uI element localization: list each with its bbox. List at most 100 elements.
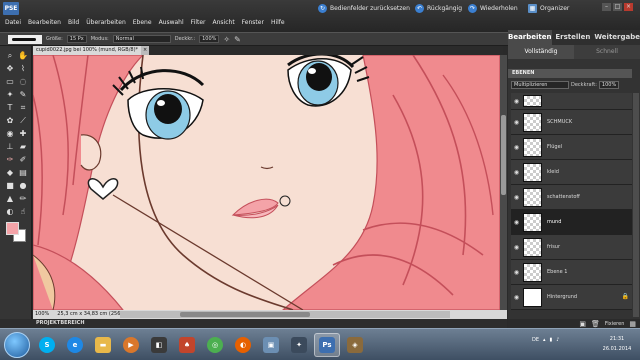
magic-wand-tool-icon[interactable]: ✦ [4,89,16,100]
visibility-eye-icon[interactable]: ◉ [512,218,521,227]
tab-quick-edit[interactable]: Schnell [574,45,640,59]
canvas-vertical-scrollbar[interactable] [500,55,507,315]
smart-brush-tool-icon[interactable]: ✐ [17,154,29,165]
taskbar-tool[interactable]: ✦ [286,333,312,357]
brush-preset-picker[interactable] [8,34,42,44]
input-language[interactable]: DE [532,337,539,343]
layer-row[interactable]: ◉ schattenstoff [511,185,632,210]
type-tool-icon[interactable]: T [4,102,16,113]
layers-scrollbar[interactable] [633,93,639,317]
lock-transparency-icon[interactable]: ▦ [629,320,636,328]
visibility-eye-icon[interactable]: ◉ [512,168,521,177]
tablet-settings-icon[interactable]: ✎ [234,35,241,44]
tab-full-edit[interactable]: Vollständig [508,45,574,59]
menu-file[interactable]: Datei [5,19,21,26]
taskbar-photo[interactable]: ▣ [258,333,284,357]
new-layer-icon[interactable]: ▣ [579,320,586,328]
brush-tool-icon[interactable]: ✑ [4,154,16,165]
redo-button[interactable]: ↷ Wiederholen [468,4,518,13]
blend-mode-select[interactable]: Multiplizieren [511,81,569,89]
menu-filter[interactable]: Filter [191,19,206,26]
taskbar-cards[interactable]: ♠ [174,333,200,357]
minimize-button[interactable]: – [602,3,611,11]
visibility-eye-icon[interactable]: ◉ [512,243,521,252]
visibility-eye-icon[interactable]: ◉ [512,193,521,202]
layer-opacity-field[interactable]: 100% [598,81,620,89]
blur-tool-icon[interactable]: ● [17,180,29,191]
tab-create[interactable]: Erstellen [551,30,595,45]
zoom-tool-icon[interactable]: ⌕ [4,50,16,61]
menu-select[interactable]: Auswahl [159,19,184,26]
layer-row[interactable]: ◉ SCHMUCK [511,110,632,135]
menu-enhance[interactable]: Überarbeiten [86,19,126,26]
taskbar-ie[interactable]: e [62,333,88,357]
menu-layer[interactable]: Ebene [133,19,152,26]
foreground-color-swatch[interactable] [6,222,19,235]
scrollbar-thumb[interactable] [180,312,310,317]
layer-row[interactable]: ◉ [511,93,632,110]
visibility-eye-icon[interactable]: ◉ [512,97,521,106]
taskbar-skype[interactable]: S [34,333,60,357]
taskbar-photoshop-elements[interactable]: Ps [314,333,340,357]
taskbar-app[interactable]: ◧ [146,333,172,357]
airbrush-icon[interactable]: ✧ [223,35,230,44]
volume-icon[interactable]: ♪ [556,337,559,343]
layer-row[interactable]: ◉ kleid [511,160,632,185]
visibility-eye-icon[interactable]: ◉ [512,143,521,152]
mode-select[interactable]: Normal [112,35,171,43]
organizer-button[interactable]: ▦ Organizer [528,4,569,13]
menu-window[interactable]: Fenster [242,19,264,26]
red-eye-tool-icon[interactable]: ◉ [4,128,16,139]
healing-brush-tool-icon[interactable]: ✚ [17,128,29,139]
tab-edit[interactable]: Bearbeiten [508,30,552,45]
sponge-tool-icon[interactable]: ▲ [4,193,16,204]
taskbar-app-2[interactable]: ◈ [342,333,368,357]
eyedropper-tool-icon[interactable]: ⌇ [17,63,29,74]
shape-tool-icon[interactable]: ■ [4,180,16,191]
image-canvas[interactable] [33,55,500,310]
layers-panel-title[interactable]: EBENEN [508,69,632,78]
visibility-eye-icon[interactable]: ◉ [512,118,521,127]
maximize-button[interactable]: □ [613,3,622,11]
dodge-tool-icon[interactable]: ◐ [4,206,16,217]
gradient-tool-icon[interactable]: ▤ [17,167,29,178]
menu-image[interactable]: Bild [68,19,79,26]
scrollbar-thumb[interactable] [501,115,506,195]
taskbar-firefox[interactable]: ◐ [230,333,256,357]
lasso-tool-icon[interactable]: ◌ [17,76,29,87]
opacity-field[interactable]: 100% [199,35,220,43]
visibility-eye-icon[interactable]: ◉ [512,293,521,302]
size-field[interactable]: 15 Px [66,35,87,43]
delete-layer-icon[interactable]: 🗑 [591,320,600,328]
marquee-tool-icon[interactable]: ▭ [4,76,16,87]
crop-tool-icon[interactable]: ⌗ [17,102,29,113]
visibility-eye-icon[interactable]: ◉ [512,268,521,277]
project-bin-header[interactable]: PROJEKTBEREICH [33,319,507,328]
cookie-cutter-tool-icon[interactable]: ✿ [4,115,16,126]
paint-bucket-tool-icon[interactable]: ◆ [4,167,16,178]
taskbar-explorer[interactable]: ▬ [90,333,116,357]
tray-arrow-icon[interactable]: ▴ [543,337,546,343]
layer-row[interactable]: ◉ Ebene 1 [511,260,632,285]
taskbar-media-player[interactable]: ▶ [118,333,144,357]
canvas-horizontal-scrollbar[interactable] [120,311,450,318]
taskbar-chrome[interactable]: ◎ [202,333,228,357]
straighten-tool-icon[interactable]: ⟋ [17,115,29,126]
layer-row[interactable]: ◉ Hintergrund 🔒 [511,285,632,310]
start-button[interactable] [4,332,30,358]
menu-view[interactable]: Ansicht [213,19,235,26]
close-button[interactable]: × [624,3,633,11]
clock[interactable]: 21:31 26.01.2014 [600,334,634,354]
reset-panels-button[interactable]: ↻ Bedienfelder zurücksetzen [318,4,410,13]
network-icon[interactable]: ▮ [550,337,553,343]
close-document-icon[interactable]: × [141,46,150,55]
tab-share[interactable]: Weitergabe [594,30,640,45]
undo-button[interactable]: ↶ Rückgängig [415,4,462,13]
pencil-tool-icon[interactable]: ✏ [17,193,29,204]
eraser-tool-icon[interactable]: ▰ [17,141,29,152]
quick-select-tool-icon[interactable]: ✎ [17,89,29,100]
menu-help[interactable]: Hilfe [271,19,285,26]
move-tool-icon[interactable]: ✥ [4,63,16,74]
document-tab[interactable]: cupid0022.jpg bei 100% (mund, RGB/8)* [33,46,142,55]
layer-row-selected[interactable]: ◉ mund [511,210,632,235]
